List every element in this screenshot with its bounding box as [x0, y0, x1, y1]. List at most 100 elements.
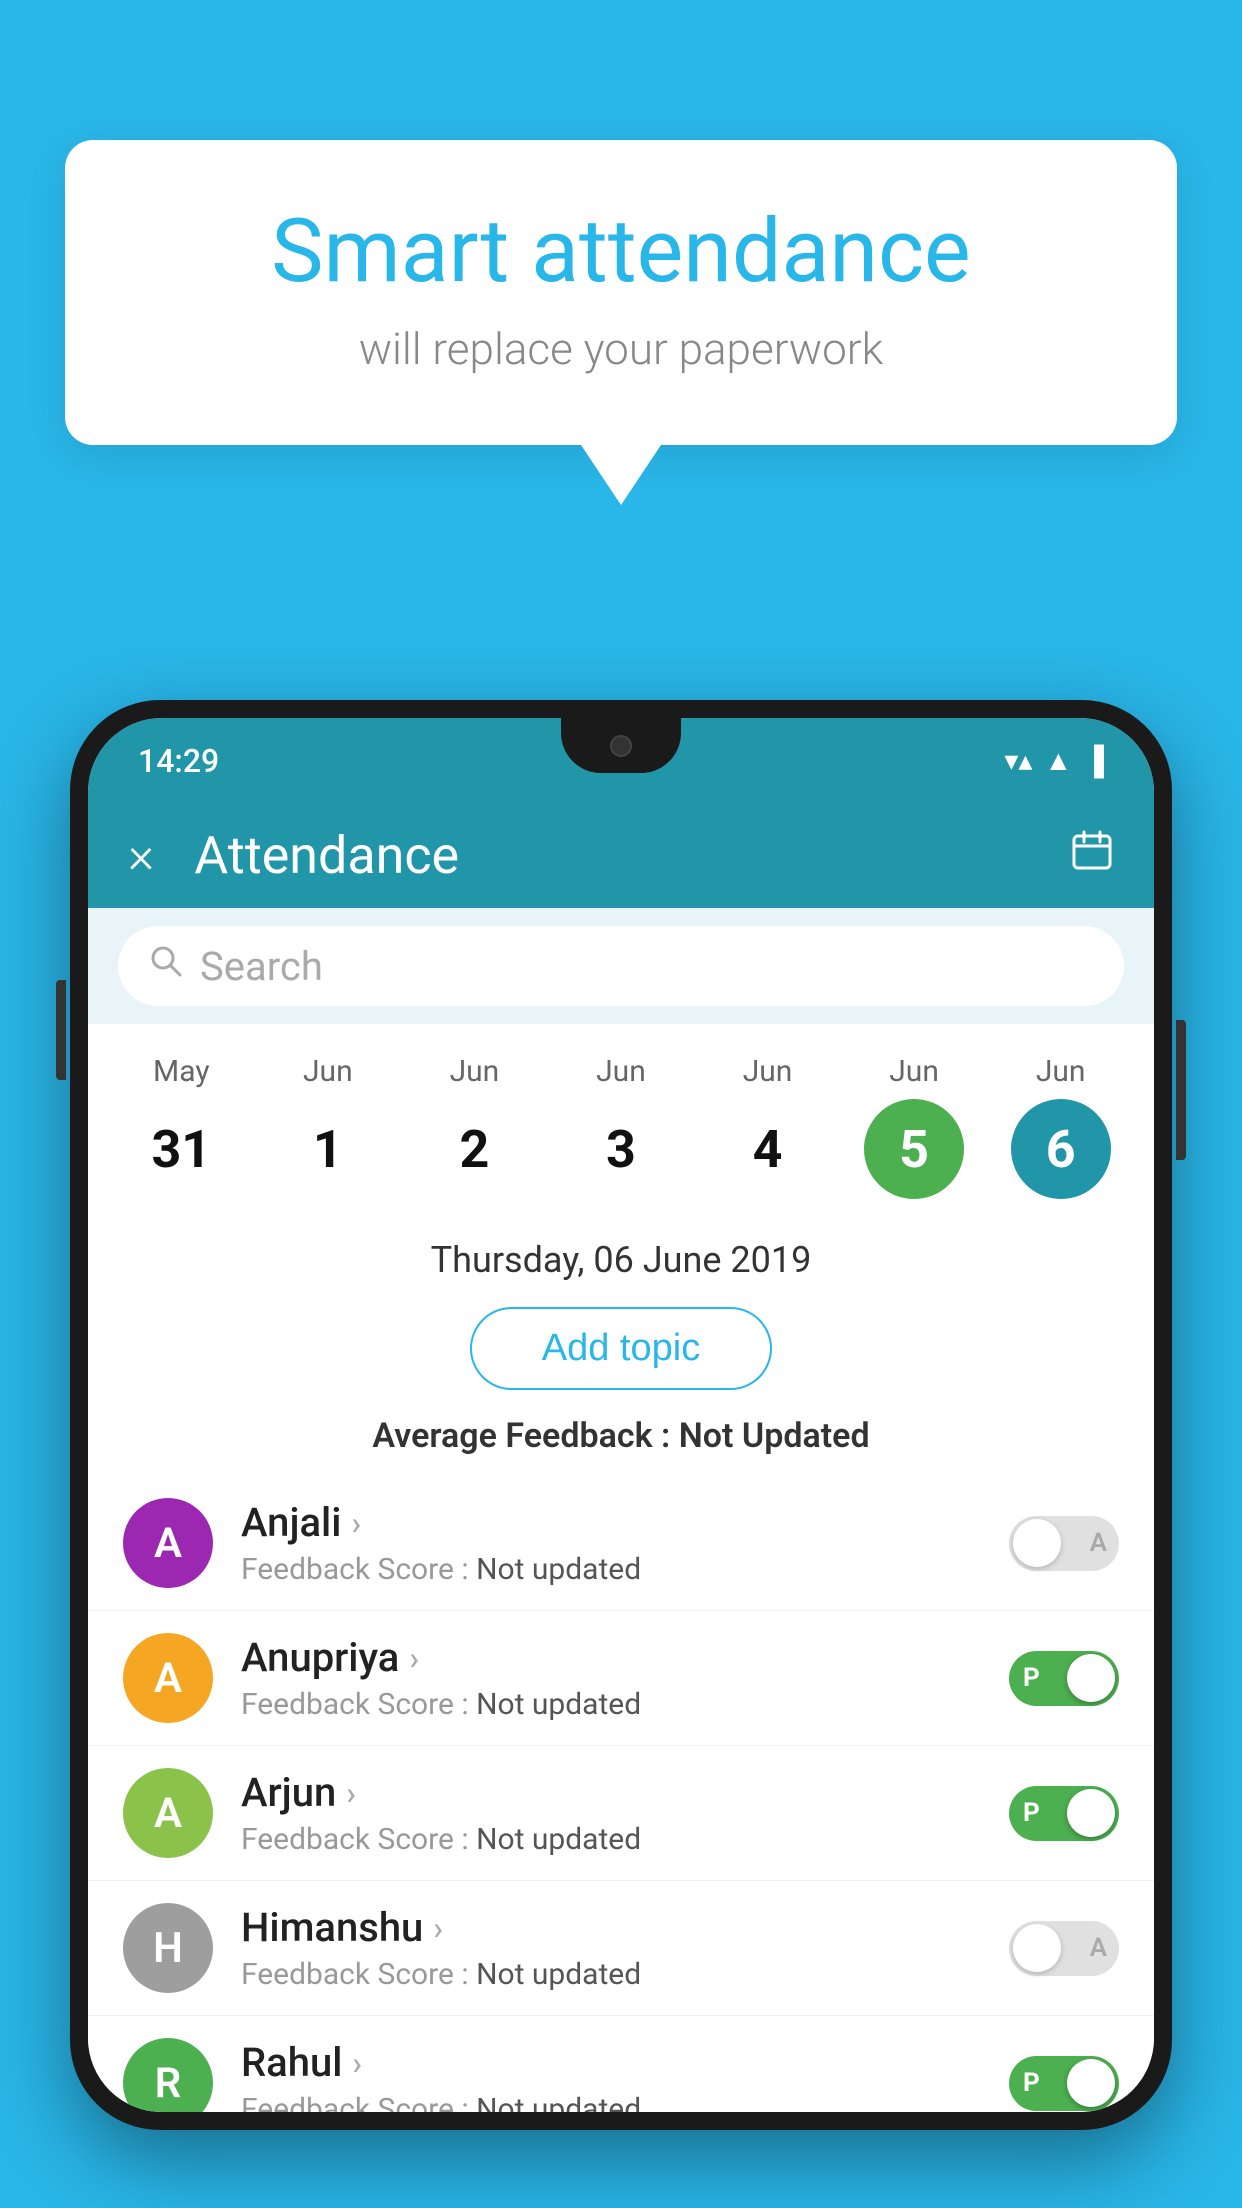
phone-notch	[561, 718, 681, 773]
search-input-placeholder: Search	[200, 943, 323, 990]
calendar-day[interactable]: Jun 6	[1001, 1054, 1121, 1199]
phone-container: 14:29 ▾▴ ▲ ▐ × Attendance	[70, 700, 1172, 2208]
day-month-label: Jun	[303, 1054, 353, 1089]
attendance-toggle[interactable]: P	[1009, 1786, 1119, 1841]
day-month-label: Jun	[450, 1054, 500, 1089]
toggle-label: A	[1090, 1528, 1107, 1558]
toggle-knob	[1067, 1789, 1115, 1837]
avg-feedback: Average Feedback : Not Updated	[88, 1406, 1154, 1476]
camera	[610, 735, 632, 757]
student-feedback: Feedback Score : Not updated	[241, 2092, 1009, 2112]
student-info: Arjun › Feedback Score : Not updated	[241, 1769, 1009, 1857]
day-number-label: 2	[424, 1099, 524, 1199]
student-item[interactable]: R Rahul › Feedback Score : Not updated P	[88, 2016, 1154, 2112]
toggle-knob	[1067, 2059, 1115, 2107]
student-feedback: Feedback Score : Not updated	[241, 1687, 1009, 1722]
toggle-label: P	[1023, 2068, 1040, 2098]
avg-feedback-value: Not Updated	[679, 1416, 870, 1456]
toggle-off[interactable]: A	[1009, 1921, 1119, 1976]
day-number-label: 4	[718, 1099, 818, 1199]
calendar-day[interactable]: Jun 1	[268, 1054, 388, 1199]
student-name: Himanshu ›	[241, 1904, 1009, 1951]
app-bar: × Attendance	[88, 803, 1154, 908]
search-bar[interactable]: Search	[118, 926, 1124, 1006]
calendar-day[interactable]: Jun 5	[854, 1054, 974, 1199]
phone-screen: 14:29 ▾▴ ▲ ▐ × Attendance	[88, 718, 1154, 2112]
speech-bubble-title: Smart attendance	[145, 200, 1097, 303]
day-number-label: 1	[278, 1099, 378, 1199]
toggle-label: P	[1023, 1663, 1040, 1693]
toggle-on[interactable]: P	[1009, 2056, 1119, 2111]
volume-button	[56, 980, 66, 1080]
attendance-toggle[interactable]: A	[1009, 1921, 1119, 1976]
toggle-label: A	[1090, 1933, 1107, 1963]
student-name: Rahul ›	[241, 2039, 1009, 2086]
student-list: A Anjali › Feedback Score : Not updated A …	[88, 1476, 1154, 2112]
student-item[interactable]: AAnupriya ›Feedback Score : Not updated …	[88, 1611, 1154, 1746]
status-icons: ▾▴ ▲ ▐	[1004, 744, 1104, 777]
toggle-knob	[1013, 1924, 1061, 1972]
day-number-label: 5	[864, 1099, 964, 1199]
student-feedback: Feedback Score : Not updated	[241, 1552, 1009, 1587]
close-button[interactable]: ×	[128, 827, 154, 885]
student-avatar: R	[123, 2038, 213, 2112]
toggle-off[interactable]: A	[1009, 1516, 1119, 1571]
day-number-label: 6	[1011, 1099, 1111, 1199]
calendar-strip: May31 Jun 1 Jun 2 Jun 3 Jun 4 Jun 5 Jun 6	[88, 1024, 1154, 1219]
speech-bubble-tail	[581, 445, 661, 505]
attendance-toggle[interactable]: P	[1009, 2056, 1119, 2111]
signal-icon: ▲	[1044, 744, 1072, 777]
toggle-knob	[1067, 1654, 1115, 1702]
student-info: Anjali › Feedback Score : Not updated	[241, 1499, 1009, 1587]
wifi-icon: ▾▴	[1004, 744, 1032, 777]
student-name: Anupriya ›	[241, 1634, 1009, 1681]
chevron-icon: ›	[433, 1909, 443, 1947]
chevron-icon: ›	[346, 1774, 356, 1812]
student-avatar: A	[123, 1768, 213, 1858]
add-topic-container: Add topic	[88, 1291, 1154, 1406]
student-info: Himanshu › Feedback Score : Not updated	[241, 1904, 1009, 1992]
student-feedback: Feedback Score : Not updated	[241, 1957, 1009, 1992]
calendar-day[interactable]: Jun 3	[561, 1054, 681, 1199]
student-avatar: A	[123, 1633, 213, 1723]
attendance-toggle[interactable]: P	[1009, 1651, 1119, 1706]
student-name: Anjali ›	[241, 1499, 1009, 1546]
calendar-icon[interactable]	[1070, 828, 1114, 883]
chevron-icon: ›	[352, 2044, 362, 2082]
student-item[interactable]: HHimanshu ›Feedback Score : Not updated …	[88, 1881, 1154, 2016]
add-topic-button[interactable]: Add topic	[470, 1307, 772, 1390]
day-month-label: Jun	[889, 1054, 939, 1089]
search-icon	[148, 943, 184, 989]
toggle-knob	[1013, 1519, 1061, 1567]
student-avatar: H	[123, 1903, 213, 1993]
selected-date: Thursday, 06 June 2019	[88, 1219, 1154, 1291]
calendar-day[interactable]: Jun 2	[414, 1054, 534, 1199]
phone-outer: 14:29 ▾▴ ▲ ▐ × Attendance	[70, 700, 1172, 2130]
chevron-icon: ›	[351, 1504, 361, 1542]
calendar-day[interactable]: Jun 4	[708, 1054, 828, 1199]
speech-bubble-container: Smart attendance will replace your paper…	[65, 140, 1177, 505]
speech-bubble-subtitle: will replace your paperwork	[145, 323, 1097, 375]
power-button	[1176, 1020, 1186, 1160]
student-name: Arjun ›	[241, 1769, 1009, 1816]
toggle-label: P	[1023, 1798, 1040, 1828]
speech-bubble: Smart attendance will replace your paper…	[65, 140, 1177, 445]
day-number-label: 31	[131, 1099, 231, 1199]
day-month-label: Jun	[1036, 1054, 1086, 1089]
day-month-label: Jun	[596, 1054, 646, 1089]
student-info: Rahul › Feedback Score : Not updated	[241, 2039, 1009, 2112]
avg-feedback-label: Average Feedback :	[372, 1416, 678, 1456]
attendance-toggle[interactable]: A	[1009, 1516, 1119, 1571]
search-bar-container: Search	[88, 908, 1154, 1024]
calendar-day[interactable]: May31	[121, 1054, 241, 1199]
student-feedback: Feedback Score : Not updated	[241, 1822, 1009, 1857]
day-number-label: 3	[571, 1099, 671, 1199]
status-bar: 14:29 ▾▴ ▲ ▐	[88, 718, 1154, 803]
battery-icon: ▐	[1084, 744, 1104, 777]
toggle-on[interactable]: P	[1009, 1786, 1119, 1841]
student-item[interactable]: A Arjun › Feedback Score : Not updated P	[88, 1746, 1154, 1881]
student-item[interactable]: AAnjali ›Feedback Score : Not updated A	[88, 1476, 1154, 1611]
toggle-on[interactable]: P	[1009, 1651, 1119, 1706]
app-bar-title: Attendance	[194, 825, 1070, 886]
day-month-label: Jun	[743, 1054, 793, 1089]
